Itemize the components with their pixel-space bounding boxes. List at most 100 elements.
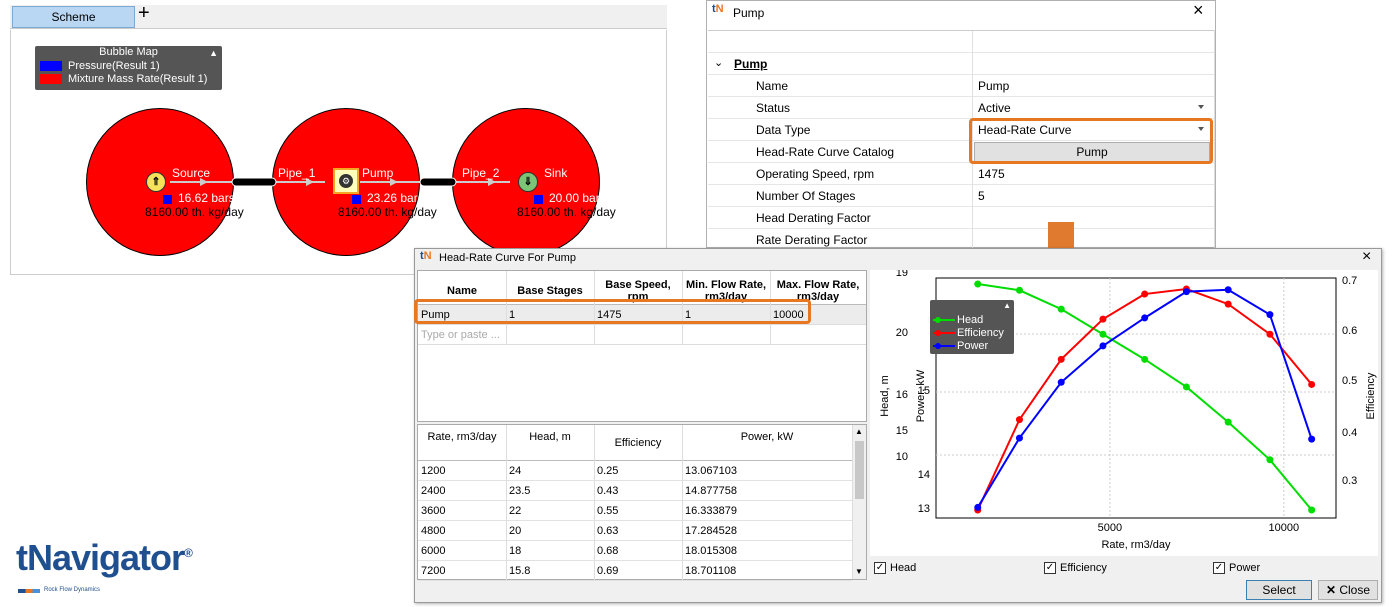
table-cell[interactable]: 20 bbox=[509, 525, 521, 537]
table-cell[interactable]: 13.067103 bbox=[685, 465, 737, 477]
catalog-table: Name Base Stages Base Speed, rpm Min. Fl… bbox=[417, 270, 867, 422]
table-cell[interactable]: 18.701108 bbox=[685, 565, 736, 577]
property-row-name[interactable]: Name Pump bbox=[708, 75, 1214, 97]
property-value[interactable]: Active bbox=[978, 101, 1011, 115]
data-point-head bbox=[1266, 456, 1274, 464]
power-checkbox[interactable]: ✓ bbox=[1213, 562, 1225, 574]
table-cell[interactable]: 1200 bbox=[421, 465, 445, 477]
collapse-triangle-icon[interactable]: ▲ bbox=[209, 48, 218, 58]
table-row[interactable]: 7200 15.8 0.69 18.701108 bbox=[418, 561, 852, 581]
column-header[interactable]: Head, m bbox=[506, 431, 594, 443]
sink-rate: 8160.00 th. kg/day bbox=[517, 205, 616, 219]
table-row[interactable]: Type or paste ... bbox=[418, 325, 866, 345]
sink-icon[interactable]: ⇓ bbox=[518, 172, 538, 192]
highlight-catalog-row bbox=[414, 299, 811, 324]
table-cell[interactable]: 0.63 bbox=[597, 525, 618, 537]
table-cell[interactable]: 0.55 bbox=[597, 505, 618, 517]
scroll-up-icon[interactable]: ▲ bbox=[855, 427, 863, 436]
table-cell[interactable]: 6000 bbox=[421, 545, 445, 557]
close-button[interactable]: ✕ Close bbox=[1318, 580, 1378, 600]
head-checkbox[interactable]: ✓ bbox=[874, 562, 886, 574]
pump-pressure: 23.26 bars bbox=[367, 191, 424, 205]
close-icon[interactable]: × bbox=[1362, 248, 1371, 266]
table-cell[interactable]: 18.015308 bbox=[685, 545, 737, 557]
column-header[interactable]: Efficiency bbox=[594, 437, 682, 449]
data-point-power bbox=[1015, 434, 1023, 442]
table-cell[interactable]: 4800 bbox=[421, 525, 445, 537]
pump-window-title: Pump bbox=[733, 6, 765, 20]
scroll-down-icon[interactable]: ▼ bbox=[855, 567, 863, 576]
divider bbox=[1214, 30, 1215, 248]
property-value[interactable]: 1475 bbox=[978, 167, 1005, 181]
dropdown-arrow-icon[interactable] bbox=[1198, 105, 1204, 109]
property-value[interactable]: Pump bbox=[978, 79, 1009, 93]
vertical-scrollbar[interactable]: ▲ ▼ bbox=[852, 425, 866, 579]
table-cell[interactable]: 18 bbox=[509, 545, 521, 557]
close-icon[interactable]: × bbox=[1193, 0, 1204, 21]
table-row[interactable]: 2400 23.5 0.43 14.877758 bbox=[418, 481, 852, 501]
pump-node-selected[interactable]: ⚙ bbox=[333, 168, 359, 194]
sink-pressure: 20.00 bars bbox=[549, 191, 606, 205]
table-cell[interactable]: 15.8 bbox=[509, 565, 530, 577]
column-header[interactable]: Base Stages bbox=[506, 285, 594, 297]
table-cell[interactable]: 24 bbox=[509, 465, 521, 477]
legend-label: Head bbox=[957, 314, 984, 326]
column-header[interactable]: Name bbox=[418, 285, 506, 297]
table-row[interactable]: 4800 20 0.63 17.284528 bbox=[418, 521, 852, 541]
data-point-head bbox=[974, 280, 982, 288]
data-point-power bbox=[1182, 288, 1190, 296]
bubble-map-legend[interactable]: Bubble Map ▲ Pressure(Result 1) Mixture … bbox=[35, 46, 222, 90]
table-row[interactable]: 3600 22 0.55 16.333879 bbox=[418, 501, 852, 521]
table-cell[interactable]: 22 bbox=[509, 505, 521, 517]
chevron-down-icon[interactable]: ⌄ bbox=[714, 56, 723, 69]
data-point-power bbox=[1141, 314, 1149, 322]
property-key: Rate Derating Factor bbox=[756, 233, 868, 247]
table-cell[interactable]: 3600 bbox=[421, 505, 445, 517]
pump-rate: 8160.00 th. kg/day bbox=[338, 205, 437, 219]
x-axis-label: Rate, rm3/day bbox=[1101, 539, 1171, 551]
data-point-efficiency bbox=[1099, 315, 1107, 323]
scrollbar-thumb[interactable] bbox=[855, 441, 864, 499]
table-cell[interactable]: 16.333879 bbox=[685, 505, 737, 517]
property-key: Status bbox=[756, 101, 791, 115]
column-header[interactable]: Power, kW bbox=[682, 431, 852, 443]
efficiency-checkbox[interactable]: ✓ bbox=[1044, 562, 1056, 574]
table-row[interactable]: 6000 18 0.68 18.015308 bbox=[418, 541, 852, 561]
property-row-speed[interactable]: Operating Speed, rpm 1475 bbox=[708, 163, 1214, 185]
property-row-head-derating[interactable]: Head Derating Factor bbox=[708, 207, 1214, 229]
add-tab-button[interactable]: + bbox=[138, 2, 150, 24]
property-row-stages[interactable]: Number Of Stages 5 bbox=[708, 185, 1214, 207]
property-value[interactable]: 5 bbox=[978, 189, 985, 203]
property-row-rate-derating[interactable]: Rate Derating Factor bbox=[708, 229, 1214, 249]
power-tick-label: 13 bbox=[918, 503, 930, 515]
property-group-pump[interactable]: ⌄ Pump bbox=[708, 53, 1214, 75]
property-row-status[interactable]: Status Active bbox=[708, 97, 1214, 119]
chart-legend[interactable]: ▲ Head Efficiency Power bbox=[930, 300, 1014, 354]
logo-stripe-icon bbox=[18, 589, 40, 593]
select-button[interactable]: Select bbox=[1246, 580, 1312, 600]
table-cell[interactable]: 7200 bbox=[421, 565, 445, 577]
table-cell[interactable]: 2400 bbox=[421, 485, 445, 497]
column-header[interactable]: Rate, rm3/day bbox=[418, 431, 506, 443]
x-tick-label: 10000 bbox=[1269, 522, 1300, 534]
table-cell[interactable]: 23.5 bbox=[509, 485, 530, 497]
head-tick-label: 16 bbox=[896, 389, 908, 401]
table-cell[interactable]: 0.69 bbox=[597, 565, 618, 577]
pressure-marker-icon bbox=[352, 195, 361, 204]
curve-window-title: Head-Rate Curve For Pump bbox=[439, 252, 576, 264]
data-point-power bbox=[1224, 286, 1232, 294]
tab-scheme[interactable]: Scheme bbox=[12, 6, 135, 28]
tnavigator-logo: tNavigator® bbox=[16, 537, 193, 579]
table-cell[interactable]: 17.284528 bbox=[685, 525, 737, 537]
table-cell[interactable]: 0.68 bbox=[597, 545, 618, 557]
source-icon[interactable]: ⇑ bbox=[146, 172, 166, 192]
close-x-icon: ✕ bbox=[1325, 583, 1340, 597]
collapse-triangle-icon[interactable]: ▲ bbox=[1003, 301, 1011, 310]
registered-mark: ® bbox=[184, 546, 193, 560]
table-cell[interactable]: 0.43 bbox=[597, 485, 618, 497]
data-point-power bbox=[1099, 342, 1107, 350]
table-cell[interactable]: 0.25 bbox=[597, 465, 618, 477]
new-row-placeholder[interactable]: Type or paste ... bbox=[421, 329, 500, 341]
table-row[interactable]: 1200 24 0.25 13.067103 bbox=[418, 461, 852, 481]
table-cell[interactable]: 14.877758 bbox=[685, 485, 737, 497]
